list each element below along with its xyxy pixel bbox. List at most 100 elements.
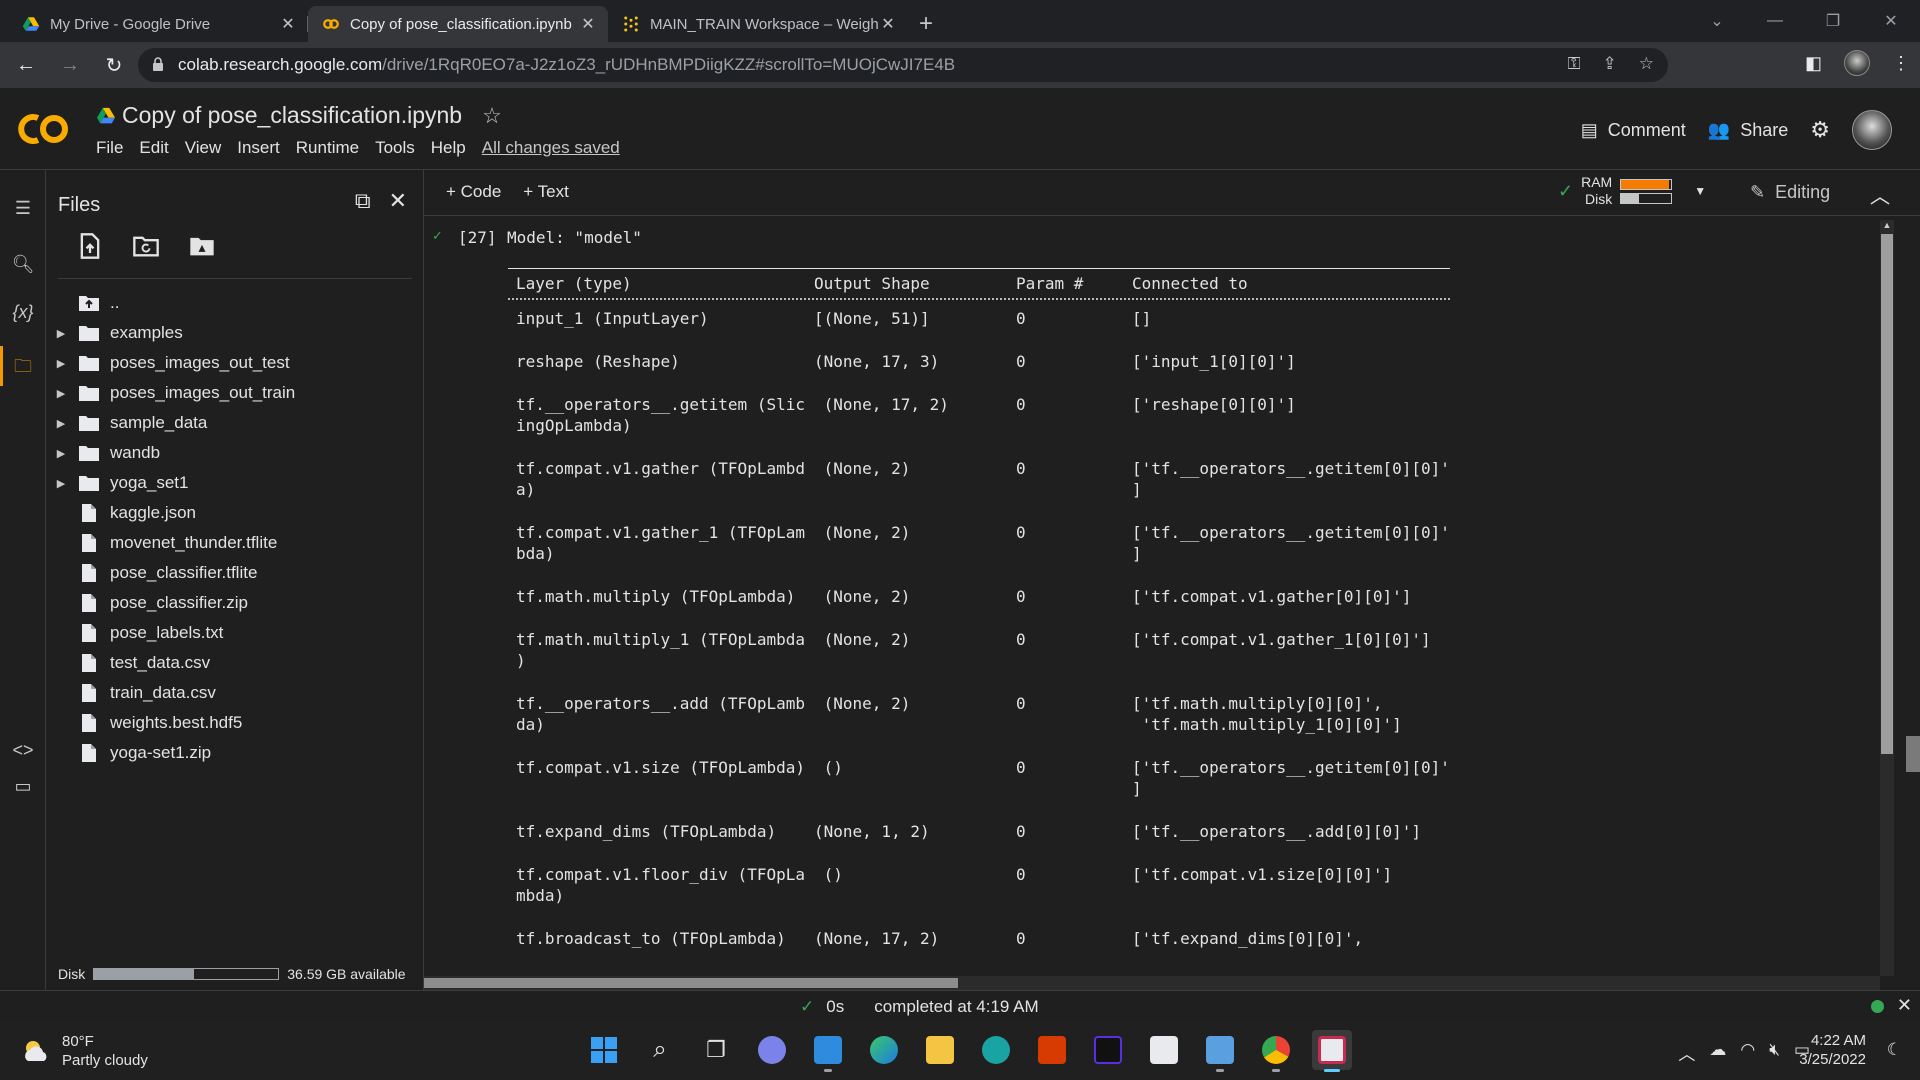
chrome-button[interactable] — [1256, 1030, 1296, 1072]
file-item[interactable]: ▶train_data.csv — [46, 678, 424, 708]
save-status-link[interactable]: All changes saved — [474, 138, 628, 158]
edge-button[interactable] — [864, 1030, 904, 1070]
menu-edit[interactable]: Edit — [131, 138, 176, 158]
close-tab-icon[interactable]: ✕ — [878, 14, 898, 34]
expand-caret-icon[interactable]: ▶ — [54, 357, 68, 370]
office-button[interactable] — [1032, 1030, 1072, 1070]
teams-chat-button[interactable] — [752, 1030, 792, 1070]
menu-runtime[interactable]: Runtime — [288, 138, 367, 158]
notifications-icon[interactable]: ☾ — [1887, 1040, 1902, 1060]
more-menu-icon[interactable]: ⋮ — [1892, 53, 1910, 74]
folder-item[interactable]: ▶ wandb — [46, 438, 424, 468]
upload-file-icon[interactable] — [76, 232, 104, 260]
close-status-icon[interactable]: ✕ — [1897, 995, 1912, 1016]
app-e-button[interactable] — [976, 1030, 1016, 1070]
show-hidden-icons-icon[interactable]: ︿ — [1678, 1040, 1695, 1065]
task-view-button[interactable]: ❐ — [696, 1030, 736, 1070]
jetbrains-button[interactable] — [1088, 1030, 1128, 1070]
close-panel-icon[interactable]: ✕ — [389, 188, 407, 214]
notebook-title[interactable]: Copy of pose_classification.ipynb — [122, 102, 462, 129]
start-button[interactable] — [584, 1030, 624, 1070]
settings-gear-icon[interactable]: ⚙ — [1810, 117, 1830, 143]
expand-caret-icon[interactable]: ▶ — [54, 447, 68, 460]
code-snippets-icon[interactable]: <> — [0, 740, 46, 761]
completion-time[interactable]: completed at 4:19 AM — [874, 997, 1038, 1017]
back-icon[interactable]: ← — [8, 54, 44, 77]
star-icon[interactable]: ☆ — [482, 103, 502, 129]
forward-icon[interactable]: → — [52, 54, 88, 77]
mount-drive-icon[interactable] — [188, 232, 216, 260]
scrollbar-thumb[interactable] — [424, 978, 958, 988]
close-tab-icon[interactable]: ✕ — [278, 14, 298, 34]
files-folder-icon[interactable]: 🗀 — [0, 346, 46, 386]
folder-item[interactable]: ▶ poses_images_out_train — [46, 378, 424, 408]
resources-indicator[interactable]: ✓ RAM Disk ▼ — [1558, 174, 1706, 208]
scrollbar-thumb[interactable] — [1881, 234, 1893, 754]
file-item[interactable]: ▶movenet_thunder.tflite — [46, 528, 424, 558]
snipping-tool-button[interactable] — [1312, 1030, 1352, 1072]
file-item[interactable]: ▶pose_classifier.zip — [46, 588, 424, 618]
menu-insert[interactable]: Insert — [229, 138, 288, 158]
new-tab-button[interactable]: + — [908, 6, 944, 42]
file-item[interactable]: ▶kaggle.json — [46, 498, 424, 528]
expand-caret-icon[interactable]: ▶ — [54, 387, 68, 400]
url-field[interactable]: colab.research.google.com/drive/1RqR0EO7… — [138, 48, 1668, 82]
clock[interactable]: 4:22 AM 3/25/2022 — [1799, 1031, 1866, 1069]
open-in-tab-icon[interactable]: ⧉ — [355, 188, 371, 214]
tab-colab-notebook[interactable]: Copy of pose_classification.ipynb ✕ — [308, 6, 608, 42]
expand-caret-icon[interactable]: ▶ — [54, 417, 68, 430]
reload-icon[interactable]: ↻ — [96, 53, 132, 78]
file-item[interactable]: ▶weights.best.hdf5 — [46, 708, 424, 738]
onedrive-cloud-icon[interactable]: ☁ — [1709, 1040, 1726, 1065]
output-vertical-scrollbar[interactable]: ▲ — [1880, 220, 1894, 976]
weather-widget[interactable]: 80°F Partly cloudy — [20, 1032, 148, 1070]
photos-button[interactable] — [1200, 1030, 1240, 1072]
tab-wandb-workspace[interactable]: MAIN_TRAIN Workspace – Weigh ✕ — [608, 6, 908, 42]
tab-search-icon[interactable]: ⌄ — [1688, 11, 1746, 31]
file-item[interactable]: ▶yoga-set1.zip — [46, 738, 424, 768]
comment-button[interactable]: ▤ Comment — [1581, 120, 1686, 141]
tab-google-drive[interactable]: My Drive - Google Drive ✕ — [8, 6, 308, 42]
collapse-header-icon[interactable]: ︿ — [1870, 180, 1890, 209]
colab-logo[interactable] — [18, 110, 72, 148]
menu-file[interactable]: File — [88, 138, 131, 158]
expand-caret-icon[interactable]: ▶ — [54, 477, 68, 490]
close-window-icon[interactable]: ✕ — [1862, 11, 1920, 31]
scroll-up-arrow-icon[interactable]: ▲ — [1880, 220, 1894, 230]
resources-dropdown-icon[interactable]: ▼ — [1694, 184, 1706, 198]
parent-folder-item[interactable]: ▶.. — [46, 288, 424, 318]
mail-button[interactable] — [808, 1030, 848, 1072]
menu-view[interactable]: View — [177, 138, 230, 158]
share-button[interactable]: 👥 Share — [1708, 120, 1788, 141]
folder-item[interactable]: ▶ sample_data — [46, 408, 424, 438]
page-scrollbar-thumb[interactable] — [1906, 736, 1920, 772]
share-page-icon[interactable]: ⇪ — [1603, 54, 1617, 74]
file-explorer-button[interactable] — [920, 1030, 960, 1070]
expand-caret-icon[interactable]: ▶ — [54, 327, 68, 340]
file-item[interactable]: ▶pose_labels.txt — [46, 618, 424, 648]
side-panel-icon[interactable]: ◧ — [1805, 53, 1822, 74]
file-item[interactable]: ▶test_data.csv — [46, 648, 424, 678]
run-status-check-icon[interactable]: ✓ — [432, 228, 443, 244]
search-icon[interactable]: 🔍︎ — [0, 254, 46, 275]
output-horizontal-scrollbar[interactable] — [424, 976, 1880, 990]
refresh-folder-icon[interactable] — [132, 232, 160, 260]
wifi-icon[interactable]: ◠ — [1740, 1040, 1755, 1065]
folder-item[interactable]: ▶ poses_images_out_test — [46, 348, 424, 378]
profile-avatar[interactable] — [1844, 50, 1870, 76]
restore-icon[interactable]: ❐ — [1804, 11, 1862, 31]
menu-tools[interactable]: Tools — [367, 138, 423, 158]
key-icon[interactable]: ⚿ — [1568, 54, 1581, 74]
taskbar-search-button[interactable]: ⌕ — [640, 1030, 680, 1070]
volume-muted-icon[interactable]: 🔇︎ — [1769, 1040, 1780, 1065]
file-item[interactable]: ▶pose_classifier.tflite — [46, 558, 424, 588]
folder-item[interactable]: ▶ yoga_set1 — [46, 468, 424, 498]
terminal-icon[interactable]: ▭ — [0, 776, 46, 797]
minimize-icon[interactable]: — — [1746, 12, 1804, 30]
menu-help[interactable]: Help — [423, 138, 474, 158]
folder-item[interactable]: ▶ examples — [46, 318, 424, 348]
close-tab-icon[interactable]: ✕ — [578, 14, 598, 34]
document-editor-button[interactable] — [1144, 1030, 1184, 1070]
variables-icon[interactable]: {x} — [0, 302, 46, 323]
bookmark-star-icon[interactable]: ☆ — [1639, 54, 1654, 74]
